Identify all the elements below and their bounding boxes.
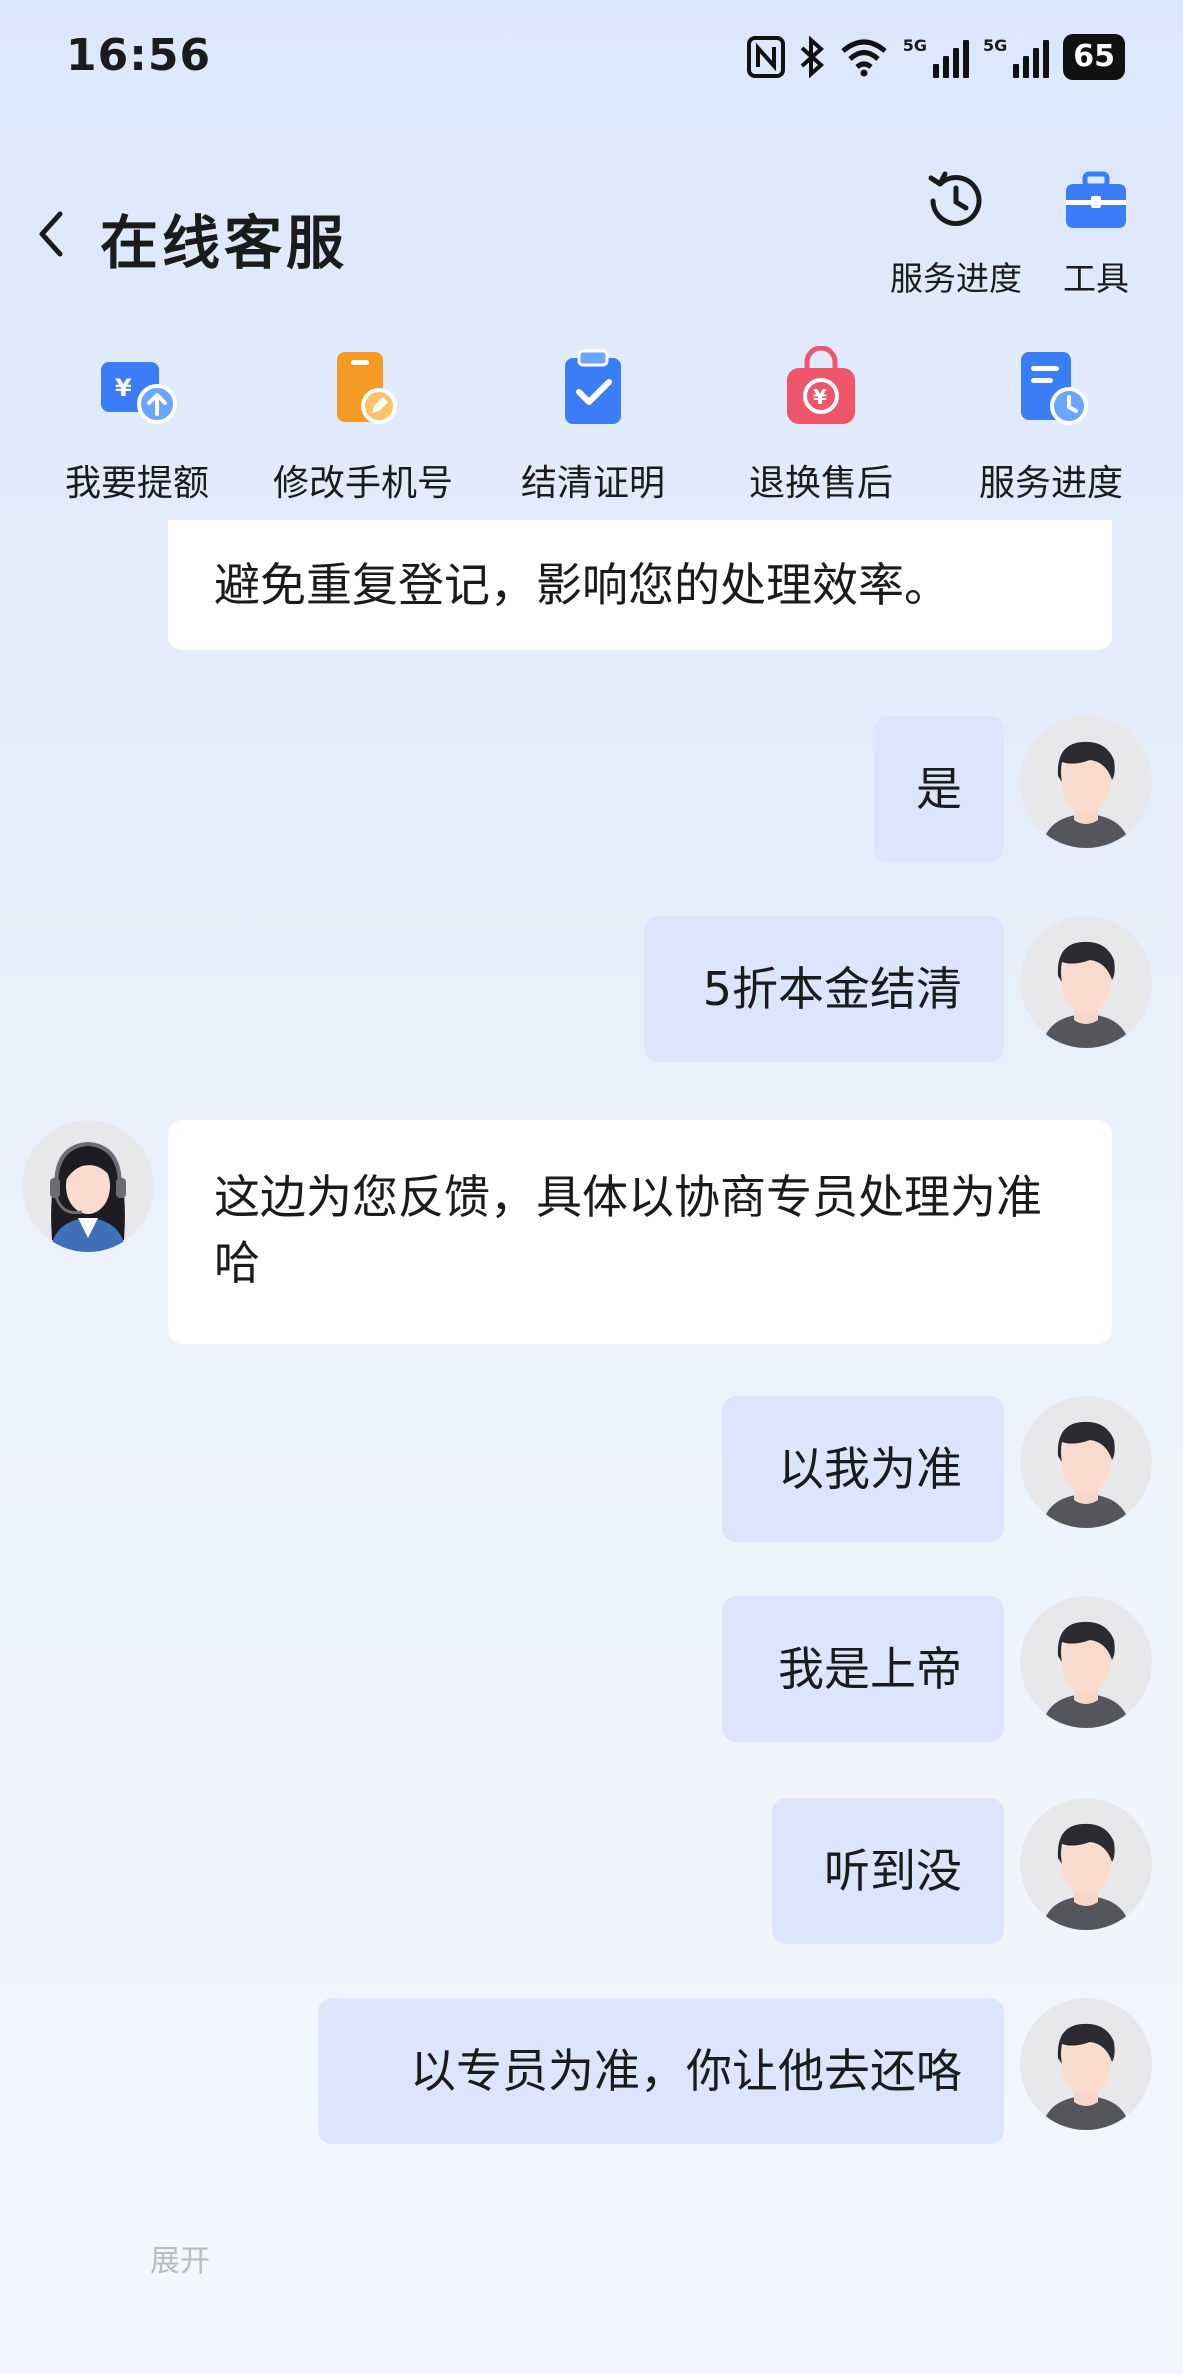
menu-raise-limit[interactable]: ¥ 我要提额 <box>32 346 242 506</box>
svg-text:¥: ¥ <box>813 385 827 409</box>
tools-button[interactable]: 工具 <box>1026 166 1166 300</box>
document-clock-icon <box>1021 352 1088 425</box>
user-message: 听到没 <box>772 1798 1004 1944</box>
status-time: 16:56 <box>66 30 212 81</box>
user-message: 是 <box>874 716 1004 862</box>
svg-text:¥: ¥ <box>115 374 132 402</box>
agent-message: 这边为您反馈，具体以协商专员处理为准哈 <box>168 1120 1112 1344</box>
menu-settlement-proof[interactable]: 结清证明 <box>488 346 698 506</box>
message-text: 5折本金结清 <box>702 962 962 1016</box>
battery-icon: 65 <box>1063 34 1125 80</box>
menu-service-progress[interactable]: 服务进度 <box>946 346 1156 506</box>
service-progress-label: 服务进度 <box>890 259 1022 298</box>
menu-label: 服务进度 <box>978 463 1123 504</box>
menu-label: 结清证明 <box>520 463 665 504</box>
bluetooth-icon <box>800 36 824 78</box>
chat-thread[interactable]: 避免重复登记，影响您的处理效率。 是 5折本金结清 这边为您反馈，具体以协商专员 <box>0 520 1183 2170</box>
service-progress-button[interactable]: 服务进度 <box>886 166 1026 300</box>
message-text: 是 <box>916 762 962 816</box>
signal-icon: 5G <box>982 36 1050 78</box>
message-text: 我是上帝 <box>778 1642 962 1696</box>
user-message: 以专员为准，你让他去还咯 <box>318 1998 1004 2144</box>
expand-button[interactable]: 展开 <box>150 2236 210 2280</box>
bottom-bar <box>0 2200 1183 2374</box>
shopping-bag-refund-icon: ¥ <box>787 345 855 424</box>
back-arrow-icon[interactable] <box>28 204 72 264</box>
menu-label: 修改手机号 <box>272 463 453 504</box>
menu-label: 我要提额 <box>64 463 209 504</box>
clock-history-icon <box>928 171 982 227</box>
menu-after-sales[interactable]: ¥ 退换售后 <box>716 345 926 506</box>
menu-change-phone[interactable]: 修改手机号 <box>258 346 468 506</box>
user-avatar[interactable] <box>1020 916 1152 1048</box>
message-text: 以专员为准，你让他去还咯 <box>410 2044 962 2098</box>
user-avatar[interactable] <box>1020 1998 1152 2130</box>
signal-icon: 5G <box>903 36 969 78</box>
menu-label: 退换售后 <box>748 463 893 504</box>
user-avatar[interactable] <box>1020 716 1152 848</box>
message-text: 听到没 <box>824 1844 962 1898</box>
agent-message: 避免重复登记，影响您的处理效率。 <box>168 520 1112 650</box>
user-message: 我是上帝 <box>722 1596 1004 1742</box>
network-label: 5G <box>902 36 927 55</box>
message-text: 以我为准 <box>778 1442 962 1496</box>
message-text: 避免重复登记，影响您的处理效率。 <box>214 558 950 612</box>
wallet-up-icon: ¥ <box>101 362 177 424</box>
user-message: 以我为准 <box>722 1396 1004 1542</box>
wifi-icon <box>841 39 887 77</box>
tools-label: 工具 <box>1063 259 1129 298</box>
user-avatar[interactable] <box>1020 1396 1152 1528</box>
message-text: 这边为您反馈，具体以协商专员处理为准哈 <box>214 1170 1042 1290</box>
clipboard-check-icon <box>565 349 621 424</box>
page-title: 在线客服 <box>100 209 349 277</box>
user-message: 5折本金结清 <box>644 916 1004 1062</box>
user-avatar[interactable] <box>1020 1798 1152 1930</box>
agent-avatar[interactable] <box>22 1120 154 1252</box>
status-icons: 5G 5G 65 <box>746 34 1125 80</box>
user-avatar[interactable] <box>1020 1596 1152 1728</box>
toolbox-icon <box>1066 171 1126 228</box>
nfc-icon <box>746 36 785 78</box>
phone-edit-icon <box>337 352 397 424</box>
network-label: 5G <box>982 36 1008 55</box>
